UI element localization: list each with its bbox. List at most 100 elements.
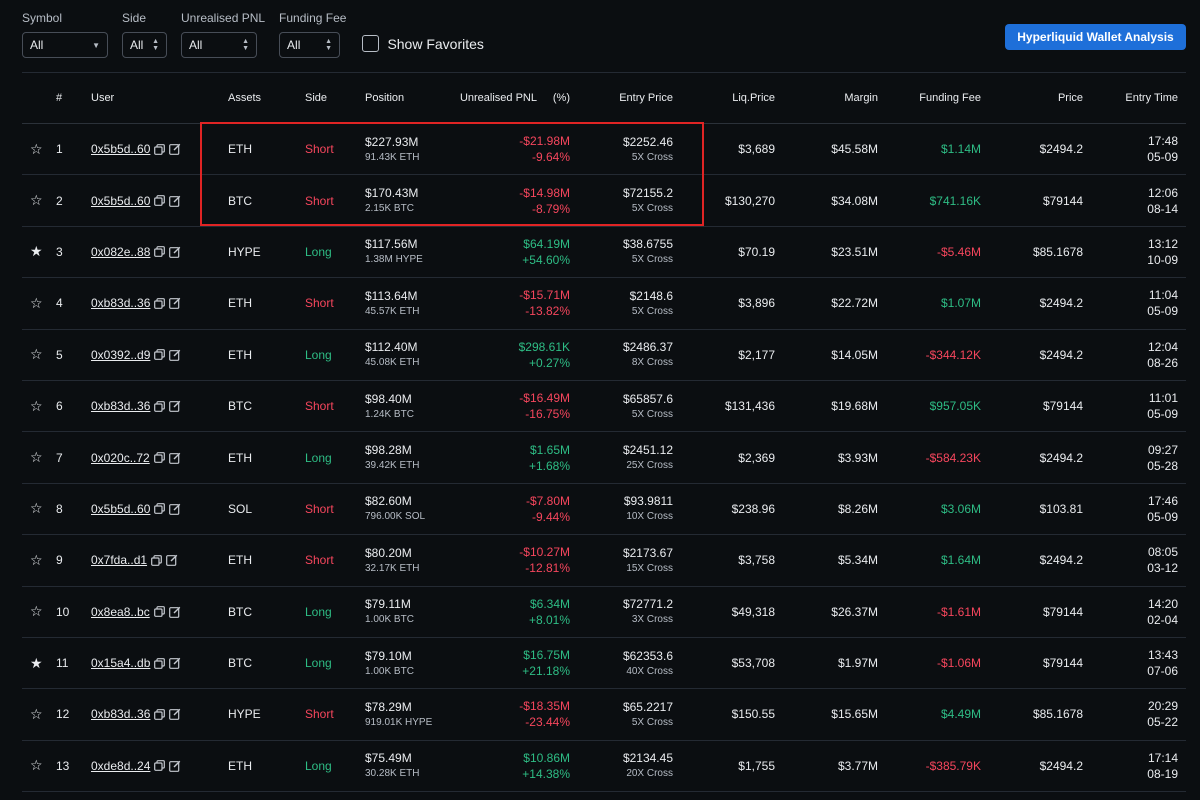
edit-note-icon[interactable] <box>169 246 181 258</box>
table-row[interactable]: ☆ 1 0x5b5d..60 ETH Short $227.93M 91.43K… <box>22 124 1186 176</box>
edit-note-icon[interactable] <box>169 400 181 413</box>
header-liq-price[interactable]: Liq.Price <box>732 73 775 123</box>
table-row[interactable]: ☆ 6 0xb83d..36 BTC Short $98.40M 1.24K B… <box>22 381 1186 433</box>
table-row[interactable]: ☆ 10 0x8ea8..bc BTC Long $79.11M 1.00K B… <box>22 587 1186 638</box>
user-address-link[interactable]: 0xb83d..36 <box>91 707 150 721</box>
user-address-link[interactable]: 0x7fda..d1 <box>91 553 147 567</box>
favorite-star-icon[interactable]: ☆ <box>30 484 43 534</box>
edit-note-icon[interactable] <box>169 657 181 669</box>
copy-icon[interactable] <box>154 709 166 720</box>
user-address-link[interactable]: 0xb83d..36 <box>91 296 150 310</box>
copy-icon[interactable] <box>154 760 166 772</box>
funding-select[interactable]: All ▲ ▼ <box>279 32 341 58</box>
user-address-link[interactable]: 0x0392..d9 <box>91 348 150 362</box>
user-address-link[interactable]: 0xde8d..24 <box>91 759 150 773</box>
mark-price: $85.1678 <box>1032 244 1083 259</box>
header-pct[interactable]: (%) <box>553 73 570 123</box>
edit-note-icon[interactable] <box>169 708 181 721</box>
edit-note-icon[interactable] <box>169 349 181 361</box>
favorite-star-icon[interactable]: ☆ <box>30 175 43 225</box>
favorite-star-icon[interactable]: ☆ <box>30 535 43 585</box>
header-entry-time[interactable]: Entry Time <box>1125 73 1178 123</box>
positions-table: # User Assets Side Position Unrealised P… <box>22 72 1186 793</box>
margin: $3.93M <box>837 450 878 465</box>
asset-symbol: ETH <box>228 347 252 362</box>
table-row[interactable]: ☆ 8 0x5b5d..60 SOL Short $82.60M 796.00K… <box>22 484 1186 536</box>
table-row[interactable]: ☆ 9 0x7fda..d1 ETH Short $80.20M 32.17K … <box>22 535 1186 587</box>
row-rank: 1 <box>56 142 63 157</box>
table-row[interactable]: ☆ 7 0x020c..72 ETH Long $98.28M 39.42K E… <box>22 432 1186 484</box>
header-assets[interactable]: Assets <box>228 73 261 123</box>
favorite-star-icon[interactable]: ☆ <box>30 381 43 431</box>
edit-note-icon[interactable] <box>169 195 181 207</box>
unrealised-pnl: $1.65M <box>529 442 570 457</box>
favorite-star-icon[interactable]: ☆ <box>30 741 43 791</box>
favorite-star-icon[interactable]: ☆ <box>30 278 43 328</box>
header-funding-fee[interactable]: Funding Fee <box>919 73 981 123</box>
user-address-link[interactable]: 0x5b5d..60 <box>91 194 150 208</box>
edit-note-icon[interactable] <box>168 452 181 464</box>
edit-note-icon[interactable] <box>168 606 181 618</box>
copy-icon[interactable] <box>154 349 166 361</box>
favorite-star-icon[interactable]: ☆ <box>30 689 43 739</box>
favorite-star-icon[interactable]: ☆ <box>30 124 43 174</box>
edit-note-icon[interactable] <box>169 760 181 772</box>
liquidation-price: $150.55 <box>731 707 775 722</box>
header-margin[interactable]: Margin <box>844 73 878 123</box>
edit-note-icon[interactable] <box>169 503 181 515</box>
user-address-link[interactable]: 0x8ea8..bc <box>91 605 150 619</box>
user-address-link[interactable]: 0x5b5d..60 <box>91 502 150 516</box>
copy-icon[interactable] <box>154 143 166 155</box>
table-row[interactable]: ☆ 2 0x5b5d..60 BTC Short $170.43M 2.15K … <box>22 175 1186 227</box>
position-quantity: 39.42K ETH <box>365 460 420 472</box>
edit-note-icon[interactable] <box>169 143 181 156</box>
edit-note-icon[interactable] <box>166 554 178 567</box>
copy-icon[interactable] <box>154 657 166 669</box>
favorite-star-icon[interactable]: ☆ <box>30 330 43 380</box>
header-entry-price[interactable]: Entry Price <box>619 73 673 123</box>
favorite-star-icon[interactable]: ★ <box>30 227 43 277</box>
header-user[interactable]: User <box>91 73 114 123</box>
user-address-link[interactable]: 0xb83d..36 <box>91 399 150 413</box>
liquidation-price: $3,896 <box>738 296 775 311</box>
entry-date: 05-09 <box>1147 407 1178 422</box>
user-address-link[interactable]: 0x15a4..db <box>91 656 150 670</box>
pnl-select[interactable]: All ▲ ▼ <box>181 32 257 58</box>
copy-icon[interactable] <box>154 297 166 309</box>
table-row[interactable]: ☆ 4 0xb83d..36 ETH Short $113.64M 45.57K… <box>22 278 1186 330</box>
header-price[interactable]: Price <box>1058 73 1083 123</box>
position-value: $113.64M <box>365 288 418 303</box>
mark-price: $2494.2 <box>1039 347 1083 362</box>
user-address-link[interactable]: 0x5b5d..60 <box>91 142 150 156</box>
show-favorites-toggle[interactable]: Show Favorites <box>362 35 484 52</box>
favorites-checkbox[interactable] <box>362 35 380 52</box>
symbol-select[interactable]: All ▼ <box>22 32 108 58</box>
header-position[interactable]: Position <box>365 73 404 123</box>
side-select[interactable]: All ▲ ▼ <box>122 32 167 58</box>
user-address-link[interactable]: 0x082e..88 <box>91 245 150 259</box>
wallet-analysis-button[interactable]: Hyperliquid Wallet Analysis <box>1005 24 1186 50</box>
entry-date: 05-22 <box>1147 715 1178 730</box>
table-row[interactable]: ☆ 12 0xb83d..36 HYPE Short $78.29M 919.0… <box>22 689 1186 741</box>
favorite-star-icon[interactable]: ★ <box>30 638 43 688</box>
header-num[interactable]: # <box>56 73 62 123</box>
table-row[interactable]: ★ 3 0x082e..88 HYPE Long $117.56M 1.38M … <box>22 227 1186 279</box>
edit-note-icon[interactable] <box>169 297 181 310</box>
copy-icon[interactable] <box>154 400 166 412</box>
favorite-star-icon[interactable]: ☆ <box>30 432 43 482</box>
header-pnl[interactable]: Unrealised PNL <box>460 73 537 123</box>
copy-icon[interactable] <box>151 554 162 566</box>
copy-icon[interactable] <box>154 195 166 206</box>
table-row[interactable]: ☆ 5 0x0392..d9 ETH Long $112.40M 45.08K … <box>22 330 1186 381</box>
user-address-cell: 0x5b5d..60 <box>91 142 181 156</box>
favorite-star-icon[interactable]: ☆ <box>30 587 43 637</box>
copy-icon[interactable] <box>153 606 165 618</box>
liquidation-price: $131,436 <box>724 399 775 414</box>
table-row[interactable]: ★ 11 0x15a4..db BTC Long $79.10M 1.00K B… <box>22 638 1186 690</box>
user-address-link[interactable]: 0x020c..72 <box>91 451 150 465</box>
copy-icon[interactable] <box>153 452 165 463</box>
header-side[interactable]: Side <box>305 73 327 123</box>
copy-icon[interactable] <box>154 503 166 515</box>
table-row[interactable]: ☆ 13 0xde8d..24 ETH Long $75.49M 30.28K … <box>22 741 1186 793</box>
copy-icon[interactable] <box>154 246 166 258</box>
